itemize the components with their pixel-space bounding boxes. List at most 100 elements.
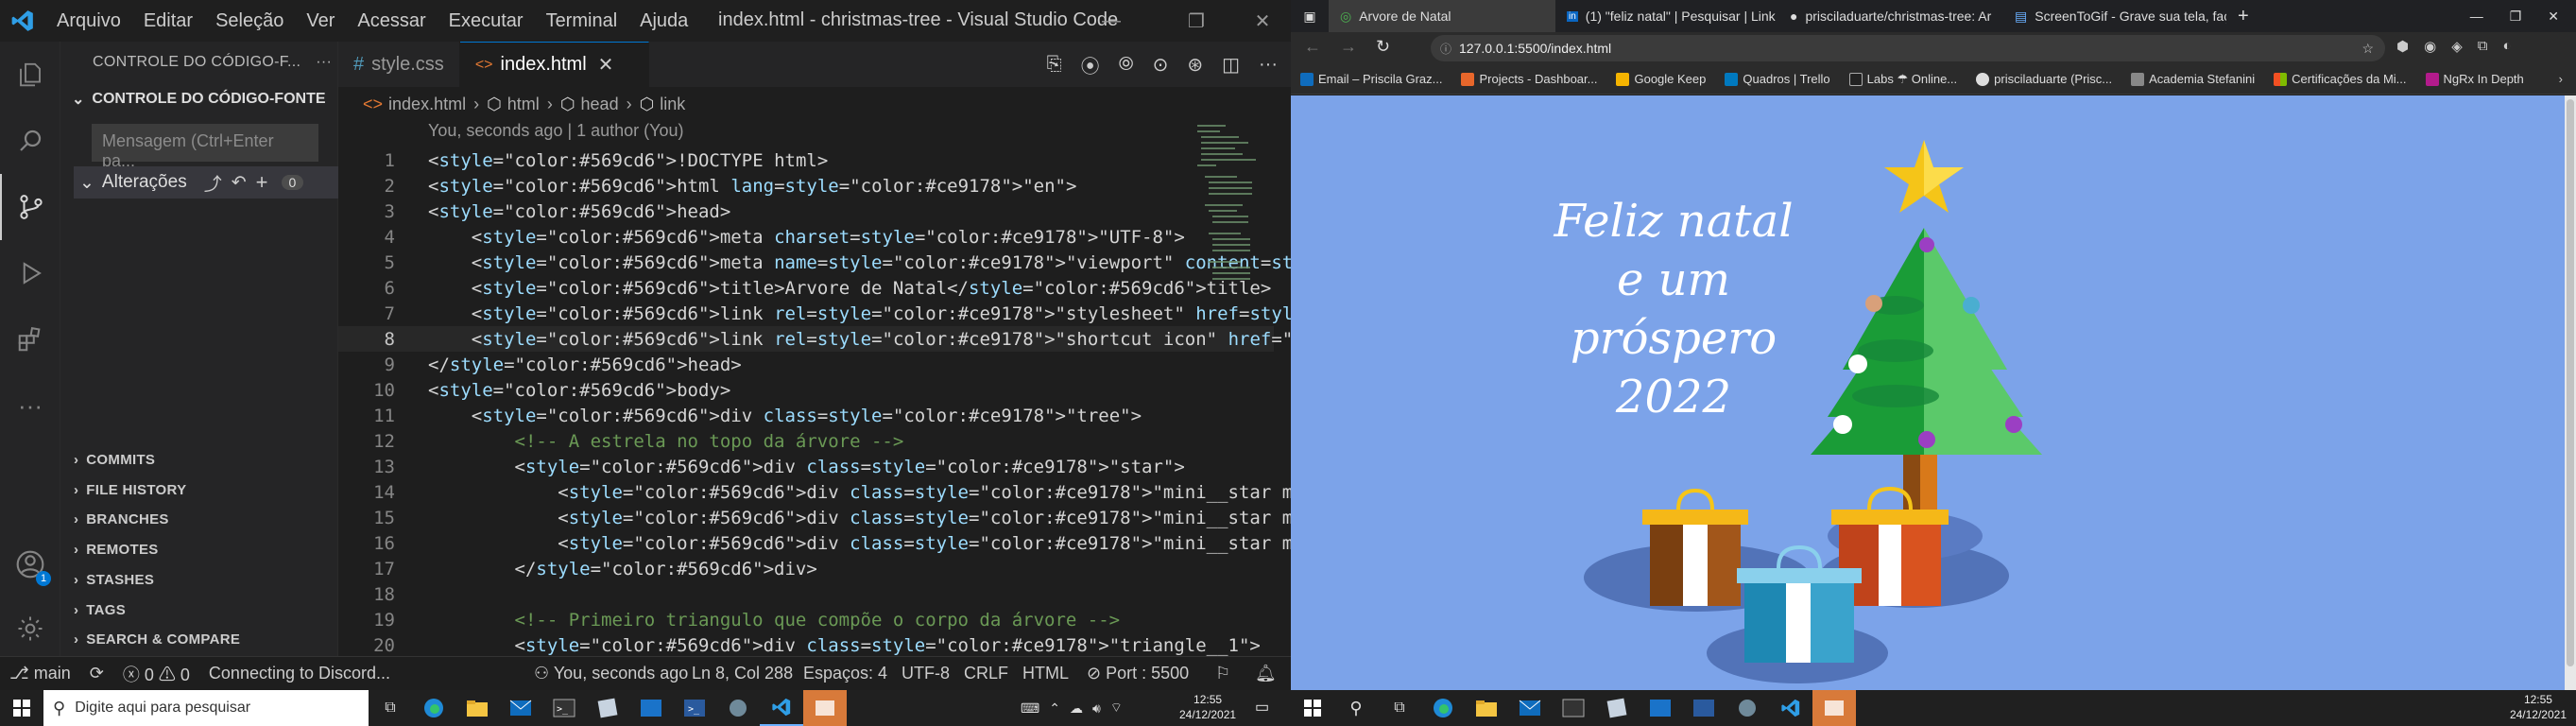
- close-icon[interactable]: ✕: [2548, 9, 2559, 25]
- profile-icon[interactable]: ◐: [2502, 38, 2511, 55]
- bookmark-item[interactable]: Labs ☂ Online...: [1840, 72, 1966, 87]
- file-explorer-icon[interactable]: [455, 690, 499, 726]
- task-view-icon[interactable]: ⧉: [1378, 690, 1421, 726]
- code-line[interactable]: 9 </style="color:#569cd6">head>: [338, 352, 1274, 377]
- notification-center-icon[interactable]: ▭: [1255, 698, 1269, 717]
- repo-header[interactable]: ⌄ CONTROLE DO CÓDIGO-FONTE: [60, 83, 337, 115]
- powershell-icon[interactable]: [1682, 690, 1726, 726]
- encoding[interactable]: UTF-8: [892, 664, 959, 683]
- code-line[interactable]: 15 <style="color:#569cd6">div class=styl…: [338, 505, 1291, 530]
- minimap[interactable]: [1194, 121, 1277, 357]
- bookmark-item[interactable]: Google Keep: [1606, 72, 1715, 86]
- problems-indicator[interactable]: ⓧ 0 ⚠ 0: [113, 662, 199, 686]
- sidebar-more-icon[interactable]: ···: [316, 54, 332, 71]
- source-control-icon[interactable]: [0, 174, 60, 240]
- extensions-icon[interactable]: [0, 306, 60, 372]
- mail-icon[interactable]: [1508, 690, 1552, 726]
- bookmark-item[interactable]: prisciladuarte (Prisc...: [1966, 72, 2121, 86]
- menu-edit[interactable]: Editar: [132, 10, 204, 32]
- editor-more-icon[interactable]: ···: [1259, 54, 1278, 76]
- minimize-icon[interactable]: —: [1083, 0, 1140, 42]
- code-line[interactable]: 17 </style="color:#569cd6">div>: [338, 556, 1274, 581]
- timeline-icon[interactable]: ⊛: [1187, 53, 1203, 77]
- app-icon[interactable]: [716, 690, 760, 726]
- menu-go[interactable]: Acessar: [346, 10, 437, 32]
- branch-indicator[interactable]: ⎇ main: [0, 664, 80, 683]
- refresh-icon[interactable]: ↻: [1376, 37, 1390, 57]
- section-file-history[interactable]: › FILE HISTORY: [74, 475, 186, 505]
- clock-left[interactable]: 12:55 24/12/2021: [1179, 692, 1236, 722]
- taskbar-search-input[interactable]: ⚲ Digite aqui para pesquisar: [43, 690, 369, 726]
- menu-view[interactable]: Ver: [295, 10, 346, 32]
- discard-all-icon[interactable]: ↶: [232, 172, 247, 194]
- more-icon[interactable]: ···: [0, 372, 60, 439]
- breadcrumb-head[interactable]: head: [581, 95, 619, 114]
- windows-start-icon[interactable]: [0, 690, 43, 726]
- line-ending[interactable]: CRLF: [954, 664, 1018, 683]
- code-line[interactable]: 20 <style="color:#569cd6">div class=styl…: [338, 632, 1274, 658]
- code-line[interactable]: 14 <style="color:#569cd6">div class=styl…: [338, 479, 1291, 505]
- new-tab-icon[interactable]: +: [2226, 0, 2260, 32]
- accounts-icon[interactable]: 1: [0, 531, 60, 597]
- terminal-icon[interactable]: >_: [542, 690, 586, 726]
- bookmark-item[interactable]: Quadros | Trello: [1715, 72, 1839, 86]
- terminal-icon[interactable]: [1552, 690, 1595, 726]
- cursor-position[interactable]: Ln 8, Col 288: [682, 664, 802, 683]
- scrollbar-thumb[interactable]: [2567, 99, 2574, 666]
- tab-index-html[interactable]: <> index.html ✕: [459, 42, 649, 87]
- windows-start-icon[interactable]: [1291, 690, 1334, 726]
- browser-tab-active[interactable]: ◎ Arvore de Natal: [1329, 0, 1555, 32]
- breadcrumb-link[interactable]: link: [660, 95, 685, 114]
- search-icon[interactable]: [0, 108, 60, 174]
- browser-tab[interactable]: in (1) "feliz natal" | Pesquisar | Link: [1555, 0, 1778, 32]
- minimize-icon[interactable]: —: [2470, 9, 2483, 24]
- chevron-right-icon[interactable]: ›: [2559, 72, 2563, 86]
- url-input[interactable]: ⓘ 127.0.0.1:5500/index.html ☆: [1431, 35, 2385, 61]
- collections-icon[interactable]: ⧉: [2478, 38, 2488, 55]
- split-editor-icon[interactable]: ◫: [1222, 53, 1240, 77]
- bookmark-item[interactable]: Projects - Dashboar...: [1451, 72, 1606, 86]
- settings-gear-icon[interactable]: [0, 596, 60, 662]
- code-line[interactable]: 4 <style="color:#569cd6">meta charset=st…: [338, 224, 1274, 250]
- compare-icon[interactable]: ⊙: [1153, 53, 1169, 77]
- menu-terminal[interactable]: Terminal: [535, 10, 629, 32]
- outlook-icon[interactable]: [629, 690, 673, 726]
- browser-tab[interactable]: ● prisciladuarte/christmas-tree: Ar: [1778, 0, 2003, 32]
- page-scrollbar[interactable]: [2565, 95, 2576, 690]
- search-icon[interactable]: ⚲: [1334, 690, 1378, 726]
- code-line[interactable]: 1 <style="color:#569cd6">!DOCTYPE html>: [338, 147, 1274, 173]
- code-line[interactable]: 6 <style="color:#569cd6">title>Arvore de…: [338, 275, 1274, 301]
- git-blame-status[interactable]: ⚇ You, seconds ago: [524, 664, 697, 683]
- clock-right[interactable]: 12:55 24/12/2021: [2510, 692, 2567, 722]
- code-line[interactable]: 11 <style="color:#569cd6">div class=styl…: [338, 403, 1274, 428]
- code-editor[interactable]: You, seconds ago | 1 author (You) 1 <styl…: [338, 121, 1291, 656]
- app-icon[interactable]: [1726, 690, 1769, 726]
- notifications-bell-icon[interactable]: 🔔︎: [1245, 664, 1286, 683]
- bookmark-item[interactable]: Academia Stefanini: [2121, 72, 2264, 86]
- extension-icon[interactable]: ⬢: [2396, 38, 2409, 55]
- stage-all-icon[interactable]: ⤴: [204, 170, 222, 196]
- bookmark-item[interactable]: Email – Priscila Graz...: [1291, 72, 1451, 86]
- add-icon[interactable]: +: [256, 170, 268, 195]
- language-mode[interactable]: HTML: [1013, 664, 1078, 683]
- network-icon[interactable]: ⌔: [1110, 700, 1123, 717]
- code-line[interactable]: 16 <style="color:#569cd6">div class=styl…: [338, 530, 1291, 556]
- breadcrumb-file[interactable]: index.html: [388, 95, 466, 114]
- section-search-compare[interactable]: › SEARCH & COMPARE: [74, 624, 240, 654]
- extension-icon[interactable]: ◈: [2451, 38, 2463, 55]
- edge-taskbar-icon[interactable]: [412, 690, 455, 726]
- restore-icon[interactable]: ❐: [1168, 0, 1225, 42]
- back-icon[interactable]: ←: [1304, 37, 1321, 57]
- code-line[interactable]: 3 <style="color:#569cd6">head>: [338, 199, 1274, 224]
- section-commits[interactable]: › COMMITS: [74, 444, 155, 475]
- go-forward-change-icon[interactable]: ⦾: [1119, 54, 1134, 76]
- code-line[interactable]: 2 <style="color:#569cd6">html lang=style=…: [338, 173, 1274, 199]
- favorite-star-icon[interactable]: ☆: [2361, 41, 2374, 57]
- notes-app-icon[interactable]: [1595, 690, 1639, 726]
- code-line[interactable]: 10 <style="color:#569cd6">body>: [338, 377, 1274, 403]
- code-line[interactable]: 18: [338, 581, 1274, 607]
- edge-taskbar-icon[interactable]: [1421, 690, 1465, 726]
- task-view-icon[interactable]: ⧉: [369, 690, 412, 726]
- screentogif-taskbar-icon[interactable]: [803, 690, 847, 726]
- commit-message-input[interactable]: Mensagem (Ctrl+Enter pa...: [92, 124, 318, 170]
